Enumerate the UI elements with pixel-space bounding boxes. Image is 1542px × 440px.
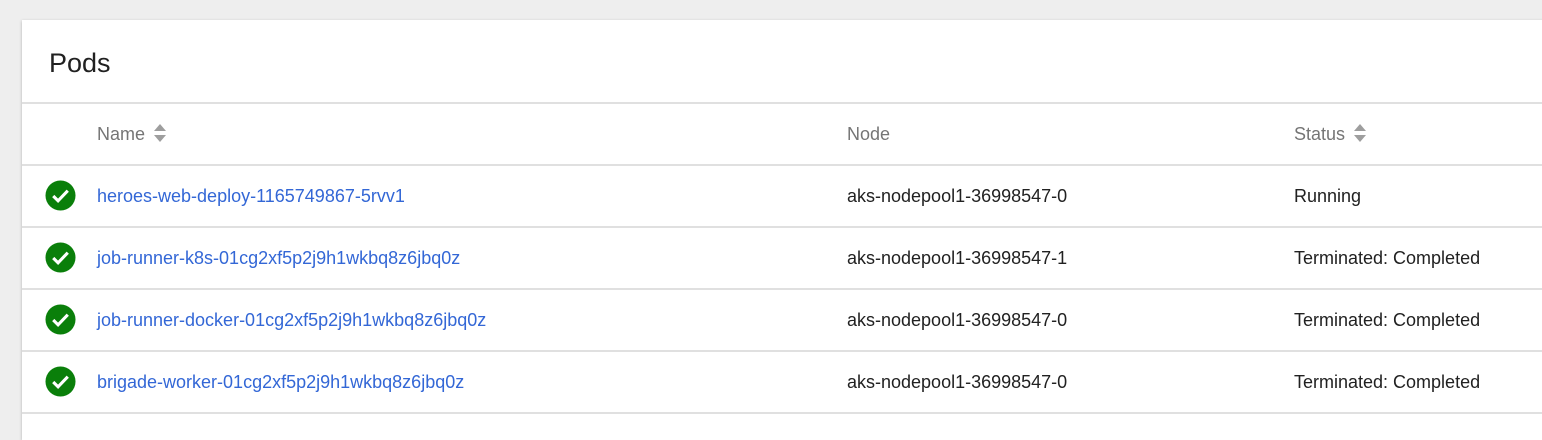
pod-name-link[interactable]: job-runner-docker-01cg2xf5p2j9h1wkbq8z6j… xyxy=(97,290,486,350)
sort-icon[interactable] xyxy=(1353,122,1367,144)
table-row: job-runner-docker-01cg2xf5p2j9h1wkbq8z6j… xyxy=(22,290,1542,352)
table-row: job-runner-k8s-01cg2xf5p2j9h1wkbq8z6jbq0… xyxy=(22,228,1542,290)
column-header-node: Node xyxy=(847,124,891,144)
check-circle-icon xyxy=(45,180,76,211)
pod-node: aks-nodepool1-36998547-0 xyxy=(847,372,1068,392)
pod-status: Terminated: Completed xyxy=(1294,372,1481,392)
column-label: Name xyxy=(97,124,146,144)
pods-card: Pods Name Node Status heroes-web-deploy-… xyxy=(22,20,1542,440)
table-row: heroes-web-deploy-1165749867-5rvv1 aks-n… xyxy=(22,166,1542,228)
pod-name-link[interactable]: job-runner-k8s-01cg2xf5p2j9h1wkbq8z6jbq0… xyxy=(97,228,460,288)
column-label: Status xyxy=(1294,124,1346,144)
column-header-status[interactable]: Status xyxy=(1294,104,1367,164)
pod-node: aks-nodepool1-36998547-0 xyxy=(847,310,1068,330)
table-row: brigade-worker-01cg2xf5p2j9h1wkbq8z6jbq0… xyxy=(22,352,1542,414)
pod-name-link[interactable]: heroes-web-deploy-1165749867-5rvv1 xyxy=(97,166,405,226)
pod-status: Terminated: Completed xyxy=(1294,310,1481,330)
check-circle-icon xyxy=(45,366,76,397)
pod-node: aks-nodepool1-36998547-1 xyxy=(847,248,1068,268)
sort-icon[interactable] xyxy=(153,122,167,144)
table-header: Name Node Status xyxy=(22,104,1542,166)
pod-name-link[interactable]: brigade-worker-01cg2xf5p2j9h1wkbq8z6jbq0… xyxy=(97,352,464,412)
card-title: Pods xyxy=(22,20,1542,104)
column-header-name[interactable]: Name xyxy=(97,104,167,164)
pod-status: Running xyxy=(1294,186,1362,206)
check-circle-icon xyxy=(45,242,76,273)
pod-status: Terminated: Completed xyxy=(1294,248,1481,268)
pod-node: aks-nodepool1-36998547-0 xyxy=(847,186,1068,206)
check-circle-icon xyxy=(45,304,76,335)
